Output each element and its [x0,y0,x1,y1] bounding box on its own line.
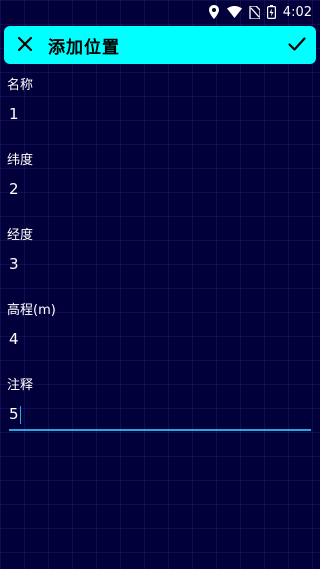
status-time: 4:02 [282,4,312,20]
location-icon [208,5,220,19]
wifi-icon [226,6,242,18]
close-icon [17,36,33,55]
field-note-label: 注释 [7,378,34,393]
field-latitude-label: 纬度 [7,153,34,168]
check-icon [288,36,306,55]
location-form: 名称 1 纬度 2 经度 3 高程(m) 4 注释 5 [0,68,320,443]
field-latitude: 纬度 2 [0,143,320,218]
field-name: 名称 1 [0,68,320,143]
latitude-input[interactable]: 2 [9,175,311,203]
confirm-button[interactable] [278,26,316,64]
note-input-underline [9,429,311,431]
no-sim-icon [249,5,260,19]
text-cursor [19,405,21,424]
elevation-input[interactable]: 4 [9,325,311,353]
field-longitude-label: 经度 [7,228,34,243]
name-input[interactable]: 1 [9,100,311,128]
page-title: 添加位置 [48,37,120,58]
field-elevation: 高程(m) 4 [0,293,320,368]
app-bar: 添加位置 [4,26,316,64]
field-note: 注释 5 [0,368,320,443]
note-input-value: 5 [9,405,19,423]
longitude-input[interactable]: 3 [9,250,311,278]
field-elevation-label: 高程(m) [7,303,56,318]
close-button[interactable] [6,26,44,64]
field-longitude: 经度 3 [0,218,320,293]
status-bar: 4:02 [0,0,320,24]
note-input[interactable]: 5 [9,400,311,428]
field-name-label: 名称 [7,78,34,93]
battery-charging-icon [266,5,276,19]
